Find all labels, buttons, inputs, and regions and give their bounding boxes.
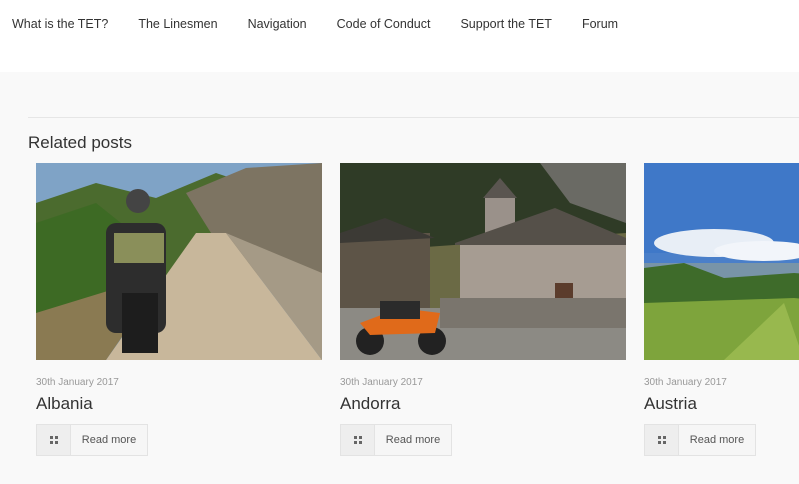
grid-icon xyxy=(341,425,375,455)
related-post-card-andorra: 30th January 2017 Andorra Read more xyxy=(340,163,626,456)
read-more-label: Read more xyxy=(81,434,137,446)
read-more-label: Read more xyxy=(689,434,745,446)
post-title[interactable]: Albania xyxy=(36,394,93,414)
grid-icon xyxy=(645,425,679,455)
post-date: 30th January 2017 xyxy=(36,377,119,388)
nav-item-code-of-conduct[interactable]: Code of Conduct xyxy=(337,17,431,31)
related-posts-heading: Related posts xyxy=(28,133,132,152)
grid-icon xyxy=(37,425,71,455)
nav-item-navigation[interactable]: Navigation xyxy=(248,17,307,31)
nav-item-forum[interactable]: Forum xyxy=(582,17,618,31)
post-title[interactable]: Andorra xyxy=(340,394,400,414)
nav-item-what-is-tet[interactable]: What is the TET? xyxy=(12,17,108,31)
section-divider xyxy=(28,117,799,118)
read-more-button[interactable]: Read more xyxy=(644,424,756,456)
read-more-label: Read more xyxy=(385,434,441,446)
top-navigation: What is the TET? The Linesmen Navigation… xyxy=(0,0,799,72)
post-title[interactable]: Austria xyxy=(644,394,697,414)
nav-menu: What is the TET? The Linesmen Navigation… xyxy=(12,17,648,31)
related-post-card-austria: 30th January 2017 Austria Read more xyxy=(644,163,799,456)
related-post-card-albania: 30th January 2017 Albania Read more xyxy=(36,163,322,456)
read-more-button[interactable]: Read more xyxy=(340,424,452,456)
post-thumbnail-albania[interactable] xyxy=(36,163,322,360)
post-date: 30th January 2017 xyxy=(644,377,727,388)
read-more-button[interactable]: Read more xyxy=(36,424,148,456)
nav-item-support[interactable]: Support the TET xyxy=(460,17,552,31)
post-thumbnail-austria[interactable] xyxy=(644,163,799,360)
post-thumbnail-andorra[interactable] xyxy=(340,163,626,360)
nav-item-linesmen[interactable]: The Linesmen xyxy=(138,17,217,31)
post-date: 30th January 2017 xyxy=(340,377,423,388)
